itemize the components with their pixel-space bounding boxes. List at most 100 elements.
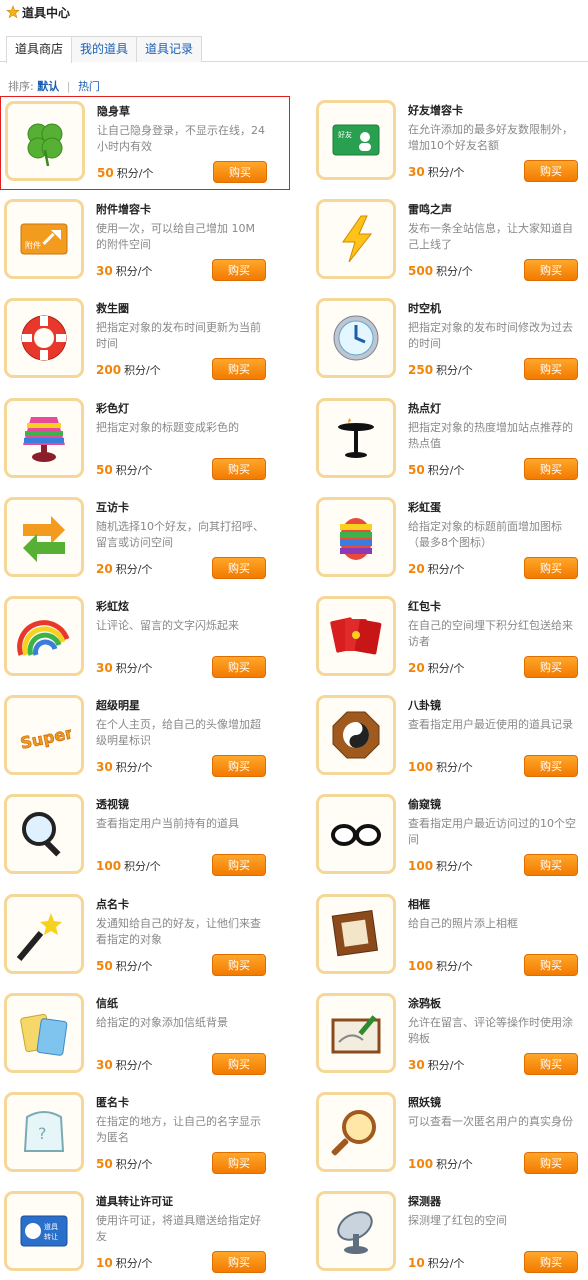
item-price: 100 积分/个 bbox=[408, 759, 473, 775]
buy-button[interactable]: 购买 bbox=[212, 1251, 266, 1274]
price-value: 20 bbox=[96, 561, 113, 576]
photo-frame-icon bbox=[331, 909, 379, 956]
shop-item: 彩虹炫 让评论、留言的文字闪烁起来 30 积分/个 购买 bbox=[0, 592, 290, 686]
item-thumbnail[interactable] bbox=[4, 992, 84, 1073]
buy-button[interactable]: 购买 bbox=[212, 457, 266, 480]
item-price: 50 积分/个 bbox=[97, 165, 153, 181]
item-thumbnail[interactable] bbox=[316, 397, 396, 478]
buy-button[interactable]: 购买 bbox=[524, 755, 578, 778]
item-name[interactable]: 时空机 bbox=[408, 300, 441, 316]
item-thumbnail[interactable]: 道具 转让 bbox=[4, 1191, 84, 1272]
buy-button[interactable]: 购买 bbox=[212, 854, 266, 877]
item-thumbnail[interactable] bbox=[316, 992, 396, 1073]
buy-button[interactable]: 购买 bbox=[524, 1251, 578, 1274]
buy-button[interactable]: 购买 bbox=[213, 161, 267, 183]
item-thumbnail[interactable] bbox=[316, 496, 396, 577]
item-thumbnail[interactable] bbox=[4, 596, 84, 676]
item-description: 发通知给自己的好友，让他们来查看指定的对象 bbox=[96, 916, 261, 946]
buy-button[interactable]: 购买 bbox=[212, 1152, 266, 1174]
arrows-icon bbox=[23, 515, 65, 562]
item-thumbnail[interactable] bbox=[4, 298, 84, 379]
item-thumbnail[interactable] bbox=[4, 397, 84, 478]
item-name[interactable]: 匿名卡 bbox=[96, 1094, 129, 1110]
buy-button[interactable]: 购买 bbox=[524, 556, 578, 579]
shop-item: 照妖镜 可以查看一次匿名用户的真实身份 100 积分/个 购买 bbox=[312, 1088, 588, 1182]
item-name[interactable]: 透视镜 bbox=[96, 796, 129, 812]
tab-my-items[interactable]: 我的道具 bbox=[71, 36, 138, 62]
item-thumbnail[interactable] bbox=[316, 893, 396, 974]
price-unit: 积分/个 bbox=[115, 463, 153, 477]
sort-default-link[interactable]: 默认 bbox=[37, 80, 59, 93]
item-name[interactable]: 照妖镜 bbox=[408, 1094, 441, 1110]
item-name[interactable]: 热点灯 bbox=[408, 400, 441, 416]
item-thumbnail[interactable] bbox=[4, 893, 84, 974]
item-thumbnail[interactable]: ? bbox=[4, 1092, 84, 1172]
item-name[interactable]: 超级明星 bbox=[96, 697, 140, 713]
item-name[interactable]: 道具转让许可证 bbox=[96, 1193, 173, 1209]
item-description: 给自己的照片添上相框 bbox=[408, 916, 518, 930]
item-name[interactable]: 雷鸣之声 bbox=[408, 201, 452, 217]
item-thumbnail[interactable] bbox=[5, 101, 85, 181]
buy-button[interactable]: 购买 bbox=[524, 358, 578, 381]
item-name[interactable]: 点名卡 bbox=[96, 896, 129, 912]
item-name[interactable]: 相框 bbox=[408, 896, 430, 912]
price-value: 500 bbox=[408, 264, 434, 279]
item-name[interactable]: 涂鸦板 bbox=[408, 995, 441, 1011]
buy-button[interactable]: 购买 bbox=[524, 1152, 578, 1174]
item-price: 10 积分/个 bbox=[408, 1255, 464, 1271]
item-name[interactable]: 彩色灯 bbox=[96, 400, 129, 416]
price-value: 50 bbox=[96, 1157, 113, 1171]
buy-button[interactable]: 购买 bbox=[212, 1052, 266, 1075]
buy-button[interactable]: 购买 bbox=[524, 854, 578, 877]
buy-button[interactable]: 购买 bbox=[524, 160, 578, 182]
item-name[interactable]: 探测器 bbox=[408, 1193, 441, 1209]
item-name[interactable]: 救生圈 bbox=[96, 300, 129, 316]
item-name[interactable]: 好友增容卡 bbox=[408, 102, 463, 118]
price-unit: 积分/个 bbox=[124, 364, 161, 378]
buy-button[interactable]: 购买 bbox=[524, 259, 578, 282]
item-thumbnail[interactable] bbox=[316, 1092, 396, 1172]
buy-button[interactable]: 购买 bbox=[212, 358, 266, 381]
price-unit: 积分/个 bbox=[124, 860, 161, 874]
item-name[interactable]: 彩虹蛋 bbox=[408, 499, 441, 515]
item-description: 让评论、留言的文字闪烁起来 bbox=[96, 619, 239, 632]
item-name[interactable]: 八卦镜 bbox=[408, 697, 441, 713]
buy-button[interactable]: 购买 bbox=[524, 457, 578, 480]
item-name[interactable]: 隐身草 bbox=[97, 103, 130, 119]
item-description: 在个人主页，给自己的头像增加超级明星标识 bbox=[96, 718, 261, 748]
price-unit: 积分/个 bbox=[436, 860, 473, 874]
item-name[interactable]: 附件增容卡 bbox=[96, 201, 151, 217]
buy-button[interactable]: 购买 bbox=[212, 656, 266, 678]
buy-button[interactable]: 购买 bbox=[212, 953, 266, 976]
item-name[interactable]: 信纸 bbox=[96, 995, 118, 1011]
item-thumbnail[interactable]: 附件 bbox=[4, 199, 84, 280]
buy-button[interactable]: 购买 bbox=[212, 755, 266, 778]
buy-button[interactable]: 购买 bbox=[524, 953, 578, 976]
item-thumbnail[interactable] bbox=[316, 596, 396, 676]
sort-hot-link[interactable]: 热门 bbox=[78, 80, 100, 93]
item-thumbnail[interactable] bbox=[4, 496, 84, 577]
item-thumbnail[interactable] bbox=[316, 695, 396, 776]
item-thumbnail[interactable] bbox=[316, 199, 396, 280]
item-thumbnail[interactable]: Super bbox=[4, 695, 84, 776]
shop-item: ? 匿名卡 在指定的地方，让自己的名字显示为匿名 50 积分/个 购买 bbox=[0, 1088, 290, 1182]
item-name[interactable]: 互访卡 bbox=[96, 499, 129, 515]
price-unit: 积分/个 bbox=[427, 166, 465, 179]
tab-records[interactable]: 道具记录 bbox=[136, 36, 203, 62]
buy-button[interactable]: 购买 bbox=[212, 556, 266, 579]
sort-bar: 排序: 默认 | 热门 bbox=[8, 78, 100, 94]
item-name[interactable]: 偷窥镜 bbox=[408, 796, 441, 812]
buy-button[interactable]: 购买 bbox=[524, 656, 578, 678]
item-thumbnail[interactable] bbox=[4, 794, 84, 875]
buy-button[interactable]: 购买 bbox=[212, 259, 266, 282]
item-thumbnail[interactable] bbox=[316, 1191, 396, 1272]
item-name[interactable]: 红包卡 bbox=[408, 598, 441, 614]
item-name[interactable]: 彩虹炫 bbox=[96, 598, 129, 614]
price-value: 10 bbox=[96, 1256, 113, 1271]
item-thumbnail[interactable]: 好友 bbox=[316, 100, 396, 180]
item-thumbnail[interactable] bbox=[316, 298, 396, 379]
tab-shop[interactable]: 道具商店 bbox=[6, 36, 73, 63]
item-thumbnail[interactable] bbox=[316, 794, 396, 875]
friend-card-icon: 好友 bbox=[332, 124, 380, 156]
buy-button[interactable]: 购买 bbox=[524, 1052, 578, 1075]
